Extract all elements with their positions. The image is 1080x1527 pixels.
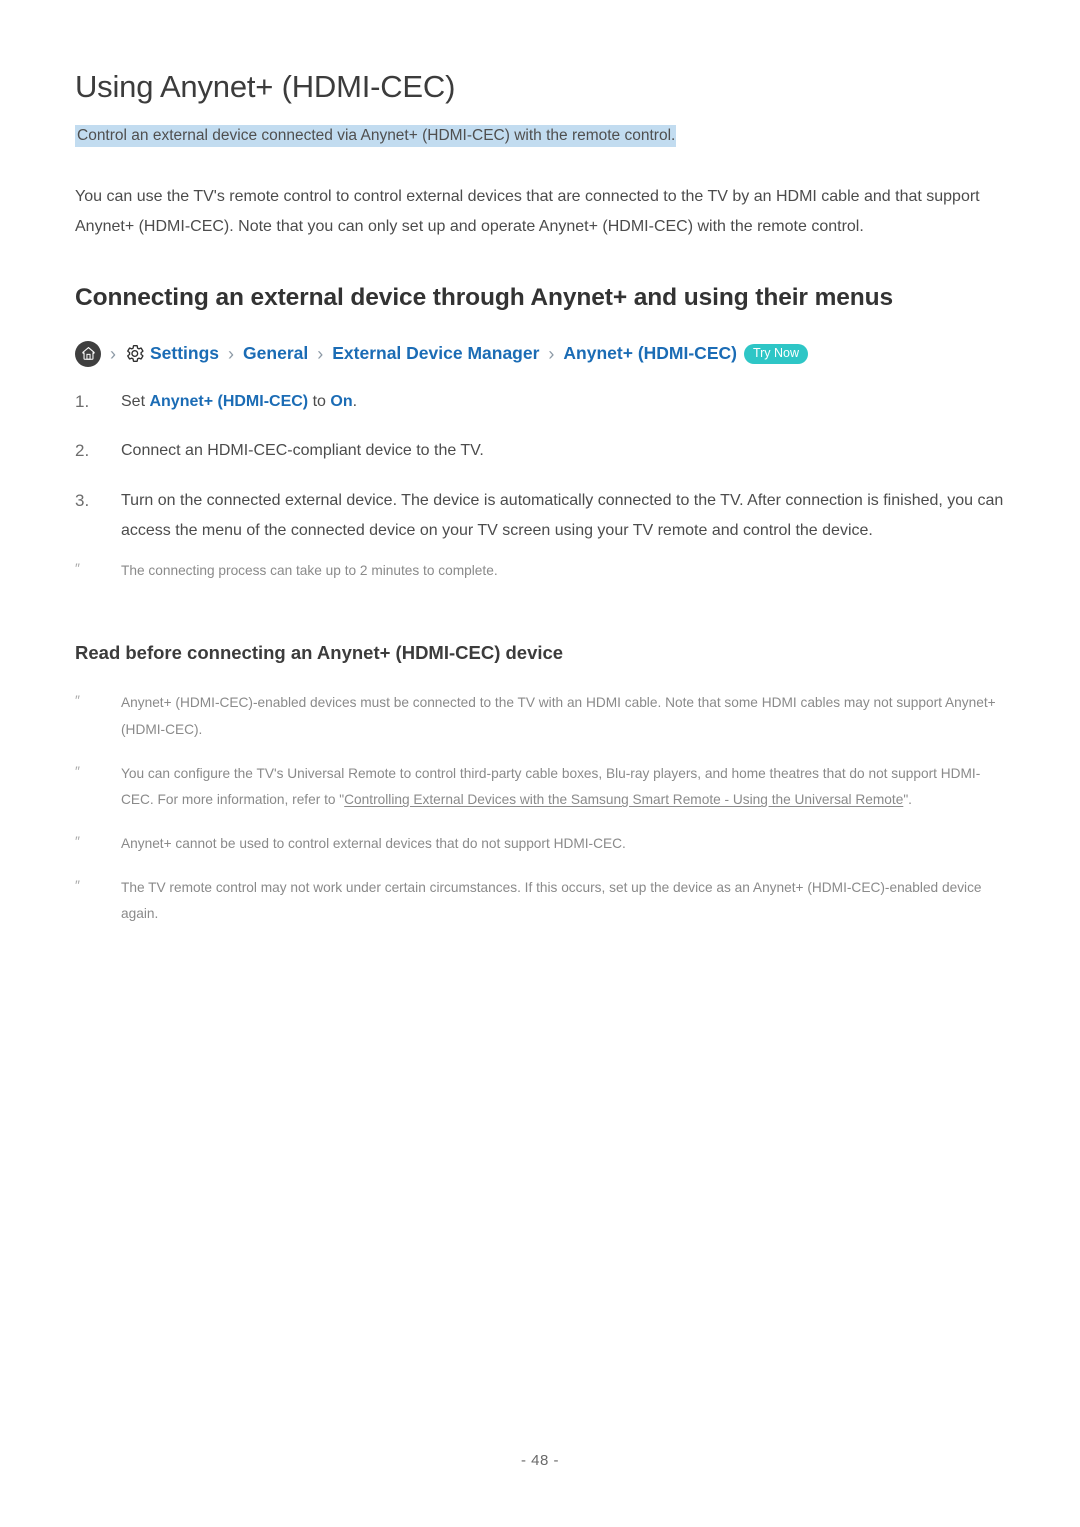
- breadcrumb-separator: ›: [317, 343, 324, 364]
- list-item: ″ Anynet+ cannot be used to control exte…: [75, 814, 1005, 858]
- list-item: 2. Connect an HDMI-CEC-compliant device …: [75, 416, 1005, 466]
- breadcrumb-item-settings[interactable]: Settings: [150, 344, 219, 363]
- bullet-marker-icon: ″: [75, 832, 80, 849]
- home-icon[interactable]: [75, 340, 101, 367]
- bullet-marker-icon: ″: [75, 762, 80, 779]
- bullet-marker-icon: ″: [75, 876, 80, 893]
- note-text: Anynet+ (HDMI-CEC)-enabled devices must …: [121, 695, 996, 737]
- note-list: ″ Anynet+ (HDMI-CEC)-enabled devices mus…: [75, 665, 1005, 928]
- step-text: Connect an HDMI-CEC-compliant device to …: [121, 442, 484, 460]
- list-item: 3. Turn on the connected external device…: [75, 466, 1005, 545]
- note-text: The TV remote control may not work under…: [121, 879, 982, 922]
- breadcrumb: › Settings › General › External Device M…: [75, 314, 1005, 367]
- note-text-after: ".: [903, 792, 912, 808]
- list-item: ″ The TV remote control may not work und…: [75, 858, 1005, 928]
- step-text: Turn on the connected external device. T…: [121, 492, 1004, 539]
- page-title: Using Anynet+ (HDMI-CEC): [75, 69, 456, 104]
- step-text-middle: to: [308, 392, 331, 410]
- step-keyword-anynet[interactable]: Anynet+ (HDMI-CEC): [149, 393, 308, 410]
- document-page: Using Anynet+ (HDMI-CEC) Control an exte…: [0, 0, 1080, 1527]
- page-number: - 48 -: [520, 1452, 559, 1469]
- breadcrumb-item-general[interactable]: General: [243, 344, 308, 363]
- step-number: 2.: [75, 441, 90, 461]
- step-text-prefix: Set: [121, 392, 150, 410]
- breadcrumb-separator: ›: [548, 343, 555, 364]
- breadcrumb-separator: ›: [228, 343, 235, 364]
- bullet-marker-icon: ″: [75, 560, 80, 577]
- bullet-marker-icon: ″: [75, 692, 80, 709]
- list-item: ″ The connecting process can take up to …: [75, 545, 1005, 585]
- breadcrumb-separator: ›: [110, 343, 116, 364]
- cross-reference-link[interactable]: Controlling External Devices with the Sa…: [344, 792, 903, 807]
- list-item: ″ Anynet+ (HDMI-CEC)-enabled devices mus…: [75, 673, 1005, 743]
- step-text-suffix: .: [352, 392, 358, 410]
- subsection-heading: Read before connecting an Anynet+ (HDMI-…: [75, 642, 564, 664]
- step-number: 3.: [75, 491, 90, 511]
- note-text: The connecting process can take up to 2 …: [121, 563, 498, 579]
- intro-paragraph: You can use the TV's remote control to c…: [75, 187, 980, 235]
- page-subtitle: Control an external device connected via…: [75, 124, 1005, 148]
- step-keyword-on[interactable]: On: [330, 393, 352, 410]
- list-item: 1. Set Anynet+ (HDMI-CEC) to On.: [75, 367, 1005, 417]
- note-text: You can configure the TV's Universal Rem…: [121, 761, 1005, 814]
- try-now-badge[interactable]: Try Now: [743, 343, 809, 364]
- breadcrumb-item-external-device-manager[interactable]: External Device Manager: [332, 344, 539, 363]
- note-text: Anynet+ cannot be used to control extern…: [121, 835, 626, 851]
- step-list: 1. Set Anynet+ (HDMI-CEC) to On. 2. Conn…: [75, 367, 1005, 546]
- list-item: ″ You can configure the TV's Universal R…: [75, 744, 1005, 814]
- breadcrumb-item-anynet[interactable]: Anynet+ (HDMI-CEC): [563, 344, 737, 363]
- step-number: 1.: [75, 391, 90, 411]
- step-text: Set Anynet+ (HDMI-CEC) to On.: [121, 387, 1005, 417]
- step-note-list: ″ The connecting process can take up to …: [75, 545, 1005, 585]
- page-content: Using Anynet+ (HDMI-CEC) Control an exte…: [75, 0, 1005, 928]
- subtitle-highlight: Control an external device connected via…: [75, 125, 677, 148]
- gear-icon[interactable]: [125, 344, 145, 364]
- section-heading: Connecting an external device through An…: [75, 283, 894, 311]
